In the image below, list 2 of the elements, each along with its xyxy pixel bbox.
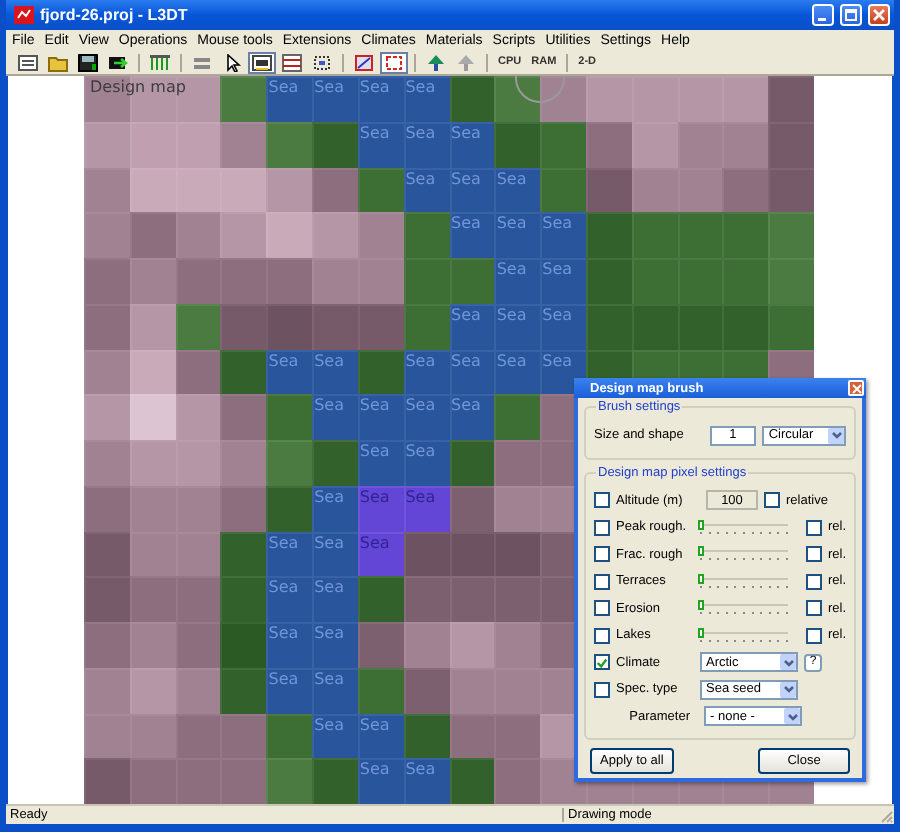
window-title: fjord-26.proj - L3DT [40,6,190,24]
map-title: Design map [90,78,186,96]
